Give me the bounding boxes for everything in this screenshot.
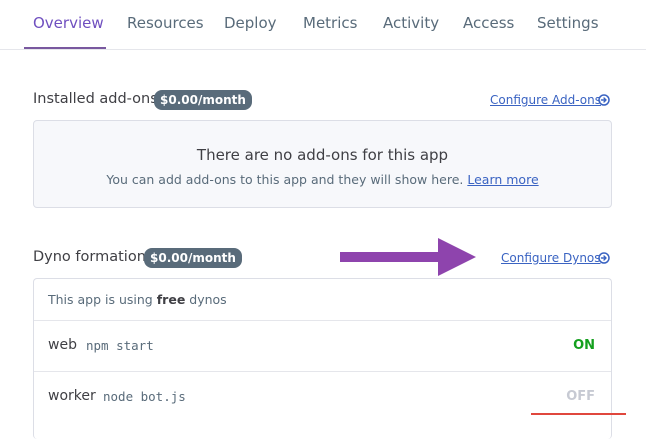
addons-empty-description: You can add add-ons to this app and they… bbox=[106, 172, 464, 187]
tab-overview[interactable]: Overview bbox=[33, 14, 104, 32]
dyno-tier-label: free bbox=[156, 292, 186, 307]
dyno-name: web bbox=[48, 337, 77, 353]
addons-price-badge: $0.00/month bbox=[154, 90, 252, 110]
configure-addons-link[interactable]: Configure Add-ons bbox=[490, 93, 601, 107]
dyno-note-suffix: dynos bbox=[189, 292, 227, 307]
arrow-circle-right-icon[interactable] bbox=[598, 252, 610, 264]
tab-access[interactable]: Access bbox=[463, 14, 514, 32]
addons-empty-state: There are no add-ons for this app You ca… bbox=[33, 120, 612, 208]
tab-deploy[interactable]: Deploy bbox=[224, 14, 277, 32]
dyno-tier-note: This app is using free dynos bbox=[48, 292, 227, 307]
configure-dynos-link[interactable]: Configure Dynos bbox=[501, 251, 601, 265]
addons-empty-text: You can add add-ons to this app and they… bbox=[34, 172, 611, 187]
dyno-panel: This app is using free dynos web npm sta… bbox=[33, 278, 612, 439]
annotation-arrow-icon bbox=[340, 238, 476, 276]
tab-settings[interactable]: Settings bbox=[537, 14, 599, 32]
addons-section-title: Installed add-ons bbox=[33, 91, 158, 107]
dyno-row-worker[interactable]: worker node bot.js OFF bbox=[34, 371, 611, 422]
tab-resources[interactable]: Resources bbox=[127, 14, 204, 32]
dyno-section-title: Dyno formation bbox=[33, 249, 146, 265]
addons-empty-title: There are no add-ons for this app bbox=[196, 146, 449, 164]
dyno-status-toggle[interactable]: ON bbox=[573, 338, 595, 353]
dyno-row-web[interactable]: web npm start ON bbox=[34, 320, 611, 371]
active-tab-indicator bbox=[24, 47, 106, 49]
annotation-underline bbox=[531, 413, 626, 415]
dyno-command: node bot.js bbox=[103, 389, 186, 404]
dyno-name: worker bbox=[48, 388, 96, 404]
tab-metrics[interactable]: Metrics bbox=[303, 14, 357, 32]
arrow-circle-right-icon[interactable] bbox=[598, 94, 610, 106]
dyno-command: npm start bbox=[86, 338, 154, 353]
learn-more-link[interactable]: Learn more bbox=[467, 172, 538, 187]
dyno-price-badge: $0.00/month bbox=[144, 248, 242, 268]
dyno-status-toggle[interactable]: OFF bbox=[566, 389, 595, 404]
tab-bar: Overview Resources Deploy Metrics Activi… bbox=[0, 0, 646, 50]
dyno-note-prefix: This app is using bbox=[48, 292, 153, 307]
tab-activity[interactable]: Activity bbox=[383, 14, 439, 32]
